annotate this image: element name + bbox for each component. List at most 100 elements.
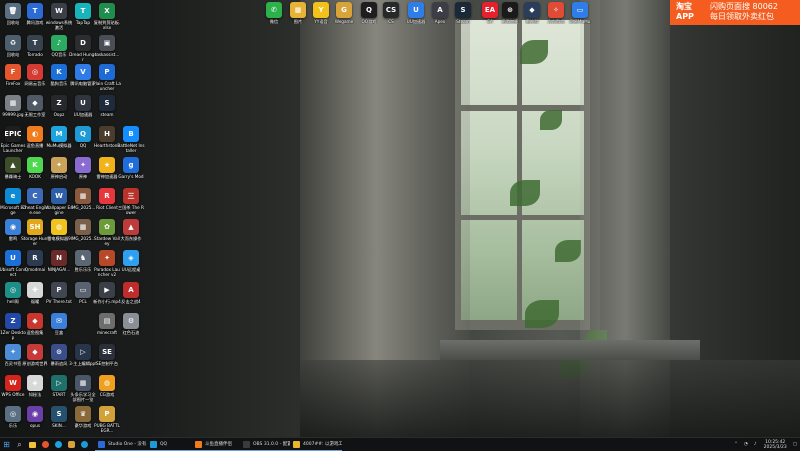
desktop-icon[interactable]: ▦ 头条乐学习全部图片一览 bbox=[70, 375, 96, 402]
desktop-icon[interactable]: S Steam bbox=[451, 2, 475, 24]
desktop-icon[interactable]: ◍ CG游戏 bbox=[95, 375, 119, 397]
taskbar-app-button[interactable]: 4007##: 以游戏工… bbox=[290, 438, 342, 451]
desktop-icon-image: A bbox=[432, 2, 448, 18]
taskbar-app-button[interactable]: QQ bbox=[147, 438, 192, 451]
desktop-icon[interactable]: ▦ IMG_2025... bbox=[71, 219, 95, 241]
desktop-icon[interactable]: ✦ 原神 bbox=[71, 157, 95, 179]
taskbar-app-button[interactable]: 斗鱼直播伴侣 bbox=[192, 438, 240, 451]
desktop-icon[interactable]: D Dread Hunger bbox=[69, 35, 97, 62]
desktop-icon[interactable]: A 反击之战4 bbox=[119, 282, 143, 304]
desktop-icon[interactable]: T 腾讯游戏 bbox=[23, 3, 47, 25]
desktop-icon[interactable]: ◈ 知秘法 bbox=[23, 375, 47, 397]
edge-icon[interactable] bbox=[52, 438, 65, 451]
file-explorer-icon[interactable] bbox=[26, 438, 39, 451]
desktop-icon[interactable]: ▷ START bbox=[47, 375, 71, 397]
desktop-icon[interactable]: ◉ opus bbox=[23, 406, 47, 428]
desktop-icon[interactable]: ◆ 原创游戏世界 bbox=[22, 344, 48, 366]
desktop-icon[interactable]: SH Storage Hunter bbox=[21, 219, 49, 246]
desktop-icon[interactable]: ✧ 吉吉游戏 bbox=[544, 2, 568, 24]
desktop-icon[interactable]: R Riot Client bbox=[95, 188, 119, 210]
desktop-icon[interactable]: ✚ 福曜 bbox=[23, 282, 47, 304]
desktop-icon[interactable]: K 酷狗音乐 bbox=[47, 64, 71, 86]
tray-chevron-icon[interactable]: ⌃ bbox=[734, 442, 738, 447]
taskbar-app-button[interactable]: OBS 31.0.0 - 配置… bbox=[240, 438, 290, 451]
desktop-icon[interactable]: U Ubisoft Connect bbox=[0, 250, 26, 277]
desktop-icon[interactable]: ◈ UU远程桌 bbox=[119, 250, 143, 272]
wegame-icon[interactable] bbox=[65, 438, 78, 451]
desktop-icon[interactable]: R Qmodmai bbox=[23, 250, 47, 272]
desktop-icon-image: ◆ bbox=[524, 2, 540, 18]
desktop-icon[interactable]: ▲ 大而东操作 bbox=[119, 219, 143, 241]
desktop-icon[interactable]: S SKIN... bbox=[47, 406, 71, 428]
desktop-icon[interactable]: C Cheat Engine.exe bbox=[22, 188, 48, 215]
taskbar: ⊞ ⌕ Studio One - 没有… QQ 斗鱼直播伴侣 OBS 31.0.0 -… bbox=[0, 437, 800, 451]
desktop-icon[interactable]: G Wegame bbox=[332, 2, 356, 24]
desktop-icon[interactable]: U UU加速器 bbox=[404, 2, 428, 24]
desktop-icon[interactable]: 三三国杀 The Rower bbox=[118, 188, 144, 215]
desktop-icon[interactable]: P PV There.txt bbox=[46, 282, 72, 304]
desktop-icon[interactable]: ✦ 原神启动 bbox=[47, 157, 71, 179]
desktop-icon[interactable]: ✆ 微信 bbox=[262, 2, 286, 24]
qq-pinned-icon[interactable] bbox=[78, 438, 91, 451]
desktop-icon[interactable]: Wwindows系统激活 bbox=[46, 3, 72, 30]
desktop-icon[interactable]: P PUBG BATTLEGR... bbox=[94, 406, 120, 433]
firefox-icon[interactable] bbox=[39, 438, 52, 451]
desktop-icon[interactable]: T TapTap bbox=[71, 3, 95, 25]
desktop-icon[interactable]: N NINJAGAI... bbox=[47, 250, 71, 272]
desktop-icon[interactable]: CS CS bbox=[379, 2, 403, 24]
desktop-icon[interactable]: ⚙ 红色石油 bbox=[119, 313, 143, 335]
desktop-icon[interactable]: ◐ 逗鱼直播 bbox=[23, 126, 47, 148]
search-icon[interactable]: ⌕ bbox=[13, 438, 26, 451]
desktop-icon[interactable]: H Hearthstone bbox=[94, 126, 120, 148]
desktop-icon[interactable]: ✉ 豆盒 bbox=[47, 313, 71, 335]
desktop-icon[interactable]: ▤ minecraft bbox=[95, 313, 119, 335]
desktop-icon[interactable]: ▭ PCL bbox=[71, 282, 95, 304]
desktop-icon[interactable]: Ssteam bbox=[95, 95, 119, 117]
desktop-icon[interactable]: Z 1Zer Desktop bbox=[0, 313, 26, 340]
start-button[interactable]: ⊞ bbox=[0, 438, 13, 451]
desktop-icon-image: ◐ bbox=[27, 126, 43, 142]
desktop-icon[interactable]: ▦ IMG_2025... bbox=[71, 188, 95, 210]
desktop-icon[interactable]: T Torrado bbox=[23, 35, 47, 57]
desktop-icon-image: ▦ bbox=[75, 375, 91, 391]
desktop-icon[interactable]: ◍ 雷电模拟器9 bbox=[47, 219, 71, 241]
desktop-icon[interactable]: ♛ 豪华游戏 bbox=[71, 406, 95, 428]
desktop-icon[interactable]: U UU加速器 bbox=[71, 95, 95, 117]
desktop-icon[interactable]: Q QQ bbox=[71, 126, 95, 148]
desktop-icon[interactable]: W Wallpaper Engine bbox=[45, 188, 73, 215]
volume-icon[interactable]: ♪ bbox=[754, 442, 757, 447]
desktop-icon[interactable]: ⊙ 暴雨追风 bbox=[47, 344, 71, 366]
desktop-icon[interactable]: ▣ taskassist... bbox=[95, 35, 119, 57]
desktop-icon[interactable]: ▭ 网易MuMu bbox=[568, 2, 592, 24]
desktop-icon[interactable]: B BattleNet Installer bbox=[117, 126, 145, 153]
notification-icon[interactable]: ▢ bbox=[793, 442, 797, 447]
taobao-ad-banner[interactable]: 淘宝APP 闪购页面搜 80062 每日领取外卖红包 bbox=[670, 0, 800, 25]
desktop-icon[interactable]: Z Oopz bbox=[47, 95, 71, 117]
taskbar-app-button[interactable]: Studio One - 没有… bbox=[95, 438, 147, 451]
desktop-icon[interactable]: SE SE控制平台 bbox=[95, 344, 119, 366]
desktop-icon[interactable]: EPIC Epic Games Launcher bbox=[1, 126, 25, 153]
desktop-icon[interactable]: ◆ 无限工作室 bbox=[23, 95, 47, 117]
desktop-icon[interactable]: g Garry's Mod bbox=[118, 157, 144, 179]
desktop-icon[interactable]: ▶ 新作小行.mp4 bbox=[93, 282, 121, 304]
desktop-icon-image: ✦ bbox=[99, 250, 115, 266]
desktop-icon-image: W bbox=[5, 375, 21, 391]
desktop-icon[interactable]: ✦ Paradox Launcher v2 bbox=[94, 250, 120, 277]
desktop-icon[interactable]: ▷ 3·主上编辑ppt bbox=[69, 344, 97, 366]
desktop-icon-image: ✦ bbox=[5, 344, 21, 360]
desktop-icon[interactable]: P Plain Craft Launcher bbox=[93, 64, 121, 91]
desktop-icon[interactable]: ◆ 雷神游 bbox=[520, 2, 544, 24]
desktop-icon[interactable]: M MuMu模拟器 bbox=[46, 126, 72, 148]
network-icon[interactable]: ◔ bbox=[744, 442, 748, 447]
desktop-icon-image: K bbox=[27, 157, 43, 173]
desktop-icon[interactable]: ◆ 逗鱼图集 bbox=[23, 313, 47, 335]
desktop-icon[interactable]: ♪ QQ音乐 bbox=[47, 35, 71, 57]
desktop-icon[interactable]: ◎ 网易云音乐 bbox=[23, 64, 47, 86]
desktop-icon[interactable]: X 复制到剪贴板.xlsx bbox=[94, 3, 120, 30]
desktop-icon[interactable]: ★ 雷神加速器 bbox=[95, 157, 119, 179]
desktop-icon[interactable]: V 腾讯电脑管家 bbox=[70, 64, 96, 86]
clock[interactable]: 10:25:42 2025/3/23 bbox=[764, 440, 787, 450]
desktop-icon[interactable]: ♞ 胜乐乐乐 bbox=[71, 250, 95, 272]
desktop-icon[interactable]: ✿ Stardew Valley bbox=[94, 219, 120, 246]
desktop-icon[interactable]: K KOOK bbox=[23, 157, 47, 179]
